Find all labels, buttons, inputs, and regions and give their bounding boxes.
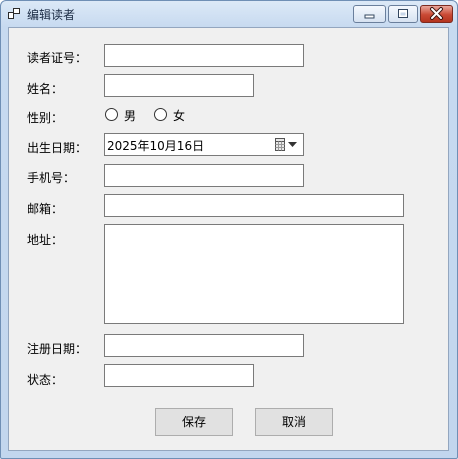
maximize-icon (398, 9, 408, 18)
form-area: 读者证号： 姓名： 性别： 男 女 出生日期： 2025年10月16日 手机号：… (8, 27, 449, 451)
calendar-icon[interactable] (275, 138, 285, 151)
minimize-button[interactable] (353, 5, 386, 23)
gender-male-radio[interactable] (105, 108, 118, 121)
close-icon (430, 7, 443, 20)
name-input[interactable] (104, 74, 254, 97)
reader-id-input[interactable] (104, 44, 304, 67)
reader-id-label: 读者证号： (27, 51, 88, 65)
app-icon (8, 8, 20, 19)
dropdown-arrow-icon[interactable] (288, 142, 297, 147)
window-title: 编辑读者 (27, 8, 76, 22)
gender-male-label[interactable]: 男 (124, 107, 136, 124)
gender-female-radio[interactable] (154, 108, 167, 121)
title-bar[interactable]: 编辑读者 (1, 1, 457, 27)
cancel-button[interactable]: 取消 (255, 408, 333, 436)
gender-female-label[interactable]: 女 (173, 107, 185, 124)
phone-input[interactable] (104, 164, 304, 187)
maximize-button[interactable] (388, 5, 418, 23)
status-input[interactable] (104, 364, 254, 387)
name-label: 姓名： (27, 82, 64, 96)
register-date-label: 注册日期： (27, 342, 88, 356)
register-date-input[interactable] (104, 334, 304, 357)
birth-date-label: 出生日期： (27, 141, 88, 155)
birth-date-picker[interactable]: 2025年10月16日 (104, 133, 304, 156)
status-label: 状态： (27, 373, 64, 387)
gender-label: 性别： (27, 111, 64, 125)
email-input[interactable] (104, 194, 404, 217)
address-label: 地址： (27, 233, 64, 247)
address-textarea[interactable] (104, 224, 404, 324)
close-button[interactable] (420, 5, 453, 23)
edit-reader-window: 编辑读者 读者证号： 姓名： 性别： 男 女 出生日期： 2025年10月16日… (0, 0, 458, 459)
birth-date-value: 2025年10月16日 (107, 139, 205, 153)
phone-label: 手机号： (27, 171, 76, 185)
minimize-icon (364, 14, 375, 19)
save-button[interactable]: 保存 (155, 408, 233, 436)
email-label: 邮箱： (27, 202, 64, 216)
